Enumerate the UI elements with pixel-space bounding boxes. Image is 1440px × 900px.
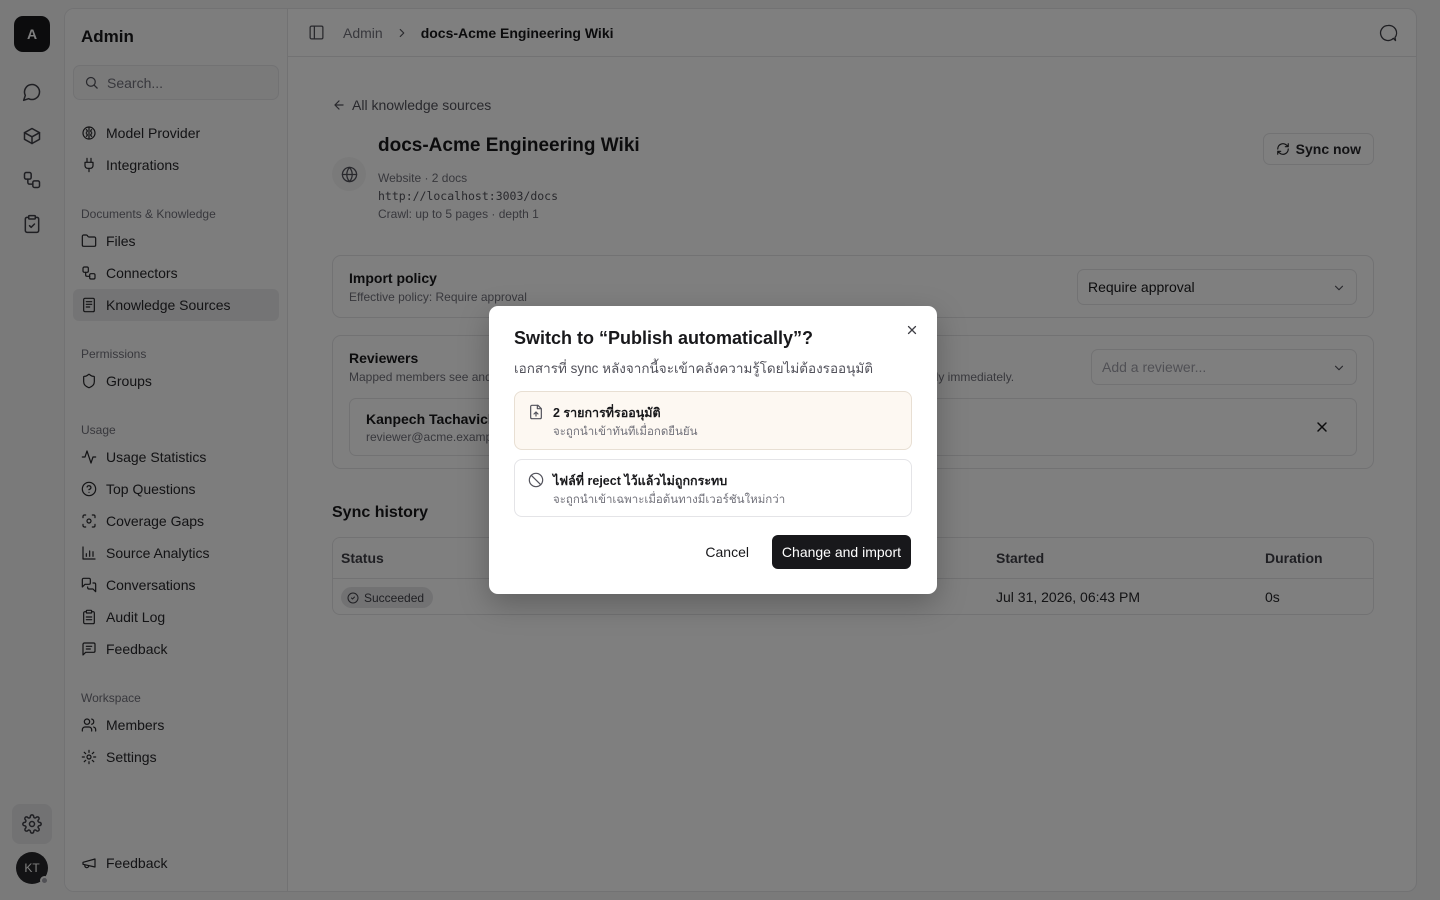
pending-items-notice: 2 รายการที่รออนุมัติ จะถูกนำเข้าทันทีเมื… — [514, 391, 912, 450]
confirm-dialog: Switch to “Publish automatically”? เอกสา… — [489, 306, 937, 594]
notice-subtitle: จะถูกนำเข้าทันทีเมื่อกดยืนยัน — [553, 426, 698, 438]
dialog-description: เอกสารที่ sync หลังจากนี้จะเข้าคลังความร… — [514, 361, 874, 376]
file-up-icon — [530, 404, 542, 420]
change-and-import-button[interactable]: Change and import — [771, 535, 911, 569]
close-icon[interactable] — [905, 323, 919, 337]
notice-title: ไฟล์ที่ reject ไว้แล้วไม่ถูกกระทบ — [553, 474, 728, 488]
rejected-files-notice: ไฟล์ที่ reject ไว้แล้วไม่ถูกกระทบ จะถูกน… — [514, 459, 912, 517]
ban-icon — [528, 472, 544, 488]
notice-subtitle: จะถูกนำเข้าเฉพาะเมื่อต้นทางมีเวอร์ชันใหม… — [553, 494, 786, 506]
notice-title: 2 รายการที่รออนุมัติ — [553, 406, 661, 420]
dialog-title: Switch to “Publish automatically”? — [514, 328, 814, 348]
cancel-button[interactable]: Cancel — [691, 535, 763, 569]
